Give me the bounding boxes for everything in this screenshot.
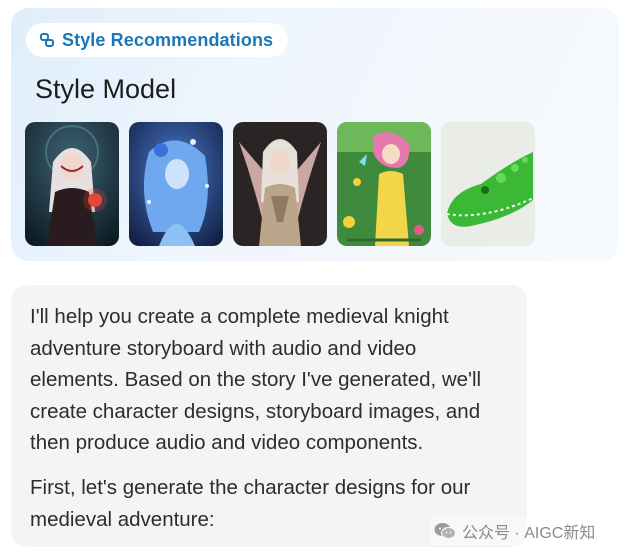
section-title: Style Model bbox=[35, 74, 177, 104]
style-recommendations-label: Style Recommendations bbox=[62, 29, 274, 50]
message-paragraph: I'll help you create a complete medieval… bbox=[30, 305, 482, 454]
style-thumbnail-gothic-girl[interactable] bbox=[25, 122, 119, 246]
style-recommendations-card: Style Recommendations Style Model bbox=[11, 8, 619, 261]
style-thumbnails bbox=[25, 122, 535, 246]
style-thumbnail-blue-fairy[interactable] bbox=[129, 122, 223, 246]
watermark: 公众号 · AIGC新知 bbox=[430, 516, 600, 546]
style-thumbnail-angel-wings[interactable] bbox=[233, 122, 327, 246]
style-thumbnail-green-crocodile[interactable] bbox=[441, 122, 535, 246]
watermark-text: 公众号 · AIGC新知 bbox=[462, 525, 596, 542]
assistant-message-bubble: I'll help you create a complete medieval… bbox=[11, 285, 527, 547]
wechat-icon bbox=[434, 523, 456, 539]
style-thumbnail-anime-garden-girl[interactable] bbox=[337, 122, 431, 246]
link-icon bbox=[40, 33, 54, 47]
style-recommendations-pill[interactable]: Style Recommendations bbox=[26, 23, 289, 57]
